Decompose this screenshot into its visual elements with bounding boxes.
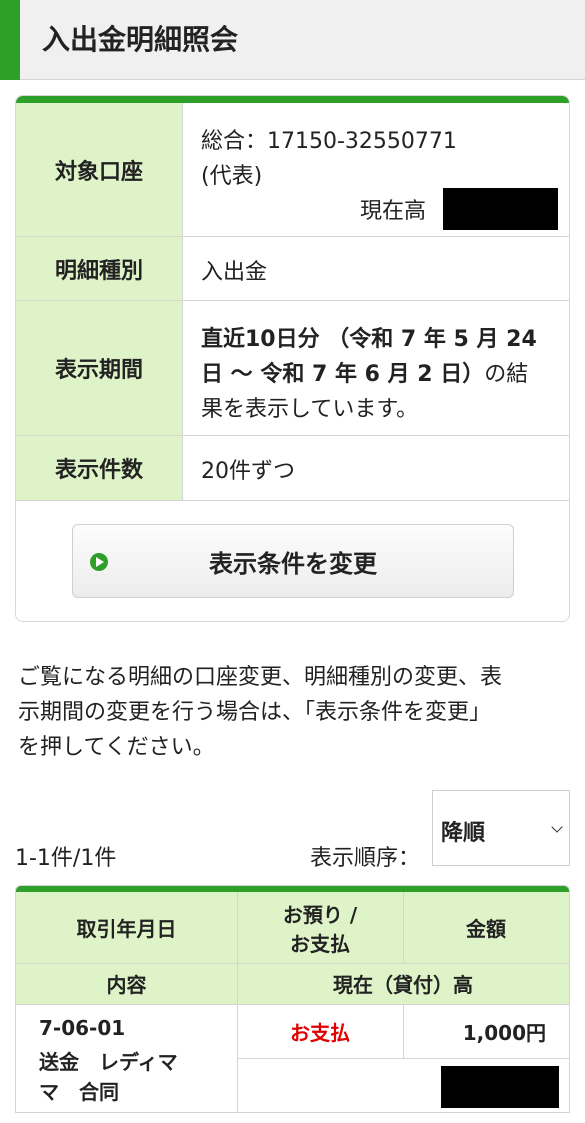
divider	[237, 1058, 569, 1059]
header-balance: 現在（貸付）高	[237, 963, 569, 1004]
chevron-down-icon	[551, 821, 563, 833]
period-value-line2: 日 〜 令和 7 年 6 月 2 日）の結	[201, 356, 528, 388]
period-dates: 日 〜 令和 7 年 6 月 2 日）	[201, 362, 485, 387]
period-value-line1: 直近10日分 （令和 7 年 5 月 24	[201, 327, 537, 352]
period-row: 表示期間 直近10日分 （令和 7 年 5 月 24 日 〜 令和 7 年 6 …	[16, 301, 569, 436]
result-count: 1-1件/1件	[15, 846, 117, 871]
row-balance-redacted	[441, 1066, 559, 1108]
sort-order-value: 降順	[441, 821, 486, 846]
display-count-row: 表示件数 20件ずつ	[16, 436, 569, 501]
page-title: 入出金明細照会	[42, 23, 239, 56]
period-suffix: の結	[484, 362, 529, 387]
account-type: (代表)	[201, 164, 263, 189]
sort-order-label: 表示順序：	[310, 846, 421, 871]
header-content: 内容	[16, 963, 237, 1004]
play-circle-icon	[90, 553, 108, 571]
row-amount: 1,000円	[462, 1020, 546, 1045]
divider	[403, 892, 404, 963]
header-deposit-line1: お預り /	[282, 902, 358, 927]
header-date: 取引年月日	[16, 892, 237, 963]
page-header: 入出金明細照会	[0, 0, 585, 80]
sort-order-select[interactable]: 降順	[432, 790, 570, 866]
change-conditions-label: 表示条件を変更	[209, 549, 377, 578]
instruction-note: ご覧になる明細の口座変更、明細種別の変更、表 示期間の変更を行う場合は、「表示条…	[18, 660, 573, 765]
note-line-1: ご覧になる明細の口座変更、明細種別の変更、表	[18, 665, 503, 690]
change-conditions-button[interactable]: 表示条件を変更	[72, 524, 514, 598]
statement-type-value: 入出金	[201, 260, 268, 285]
row-content-line2: マ 合同	[39, 1080, 119, 1104]
row-type-badge: お支払	[290, 1020, 350, 1045]
row-date: 7-06-01	[39, 1016, 126, 1040]
account-number: 総合：17150-32550771	[201, 129, 457, 154]
account-row: 対象口座 総合：17150-32550771 (代表) 現在高	[16, 103, 569, 237]
note-line-3: を押してください。	[18, 735, 215, 760]
balance-label: 現在高	[360, 199, 427, 224]
period-value-line3: 果を表示しています。	[201, 397, 419, 422]
divider	[16, 963, 569, 964]
header-deposit-line2: お支払	[290, 931, 350, 956]
statement-type-row: 明細種別 入出金	[16, 237, 569, 301]
transaction-table: 取引年月日 お預り / お支払 金額 内容 現在（貸付）高 7-06-01 送金…	[15, 885, 570, 1113]
display-count-value: 20件ずつ	[201, 459, 295, 484]
account-info-panel: 対象口座 総合：17150-32550771 (代表) 現在高 明細種別 入出金…	[15, 95, 570, 622]
period-label: 表示期間	[16, 301, 183, 435]
panel-accent-line	[16, 96, 569, 103]
account-label: 対象口座	[16, 103, 183, 236]
note-line-2: 示期間の変更を行う場合は、「表示条件を変更」	[18, 700, 492, 725]
header-accent-bar	[0, 0, 20, 80]
header-amount: 金額	[403, 892, 569, 963]
header-deposit-withdrawal: お預り / お支払	[237, 892, 403, 963]
divider	[237, 892, 238, 1112]
statement-type-label: 明細種別	[16, 237, 183, 300]
display-count-label: 表示件数	[16, 436, 183, 500]
row-content-line1: 送金 レディマ	[39, 1050, 178, 1074]
balance-redacted	[443, 188, 558, 230]
